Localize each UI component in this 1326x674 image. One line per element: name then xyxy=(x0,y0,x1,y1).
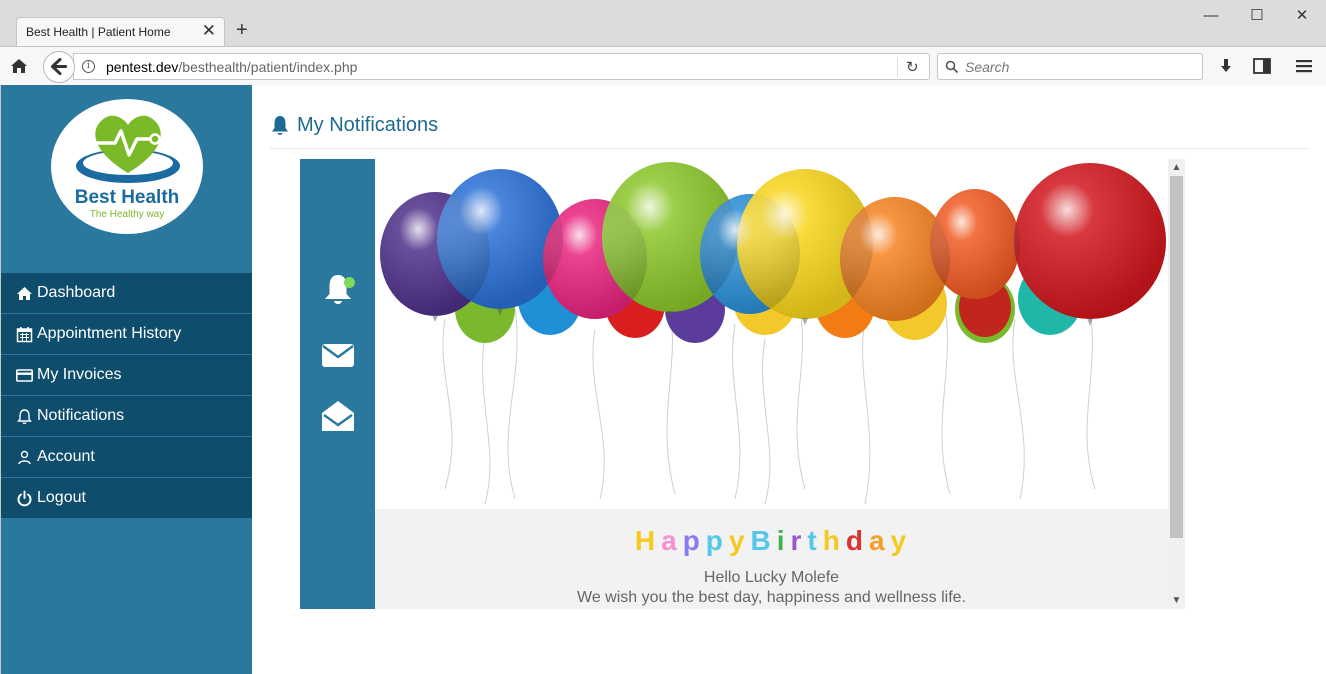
sidebar-item-label: Notifications xyxy=(37,407,125,424)
scrollbar[interactable]: ▲ ▼ xyxy=(1168,159,1185,609)
page-title-text: My Notifications xyxy=(297,114,439,136)
sidebar-item-dashboard[interactable]: Dashboard xyxy=(1,273,252,314)
sidebar-item-label: My Invoices xyxy=(37,366,122,383)
sidebar-toggle-icon[interactable] xyxy=(1252,56,1272,76)
greeting-letter: y xyxy=(728,525,747,556)
bell-icon xyxy=(17,409,32,425)
greeting-letter: t xyxy=(807,525,819,556)
close-window-button[interactable]: ✕ xyxy=(1291,6,1313,26)
back-button[interactable] xyxy=(43,51,75,83)
menu-icon[interactable] xyxy=(1294,56,1314,76)
minimize-button[interactable]: — xyxy=(1200,6,1222,26)
new-tab-button[interactable]: + xyxy=(236,19,248,41)
url-separator xyxy=(897,57,898,77)
maximize-button[interactable]: ☐ xyxy=(1246,6,1268,26)
browser-tab[interactable]: Best Health | Patient Home ✕ xyxy=(16,17,225,46)
greeting-letter: d xyxy=(845,525,865,556)
greeting-letter: p xyxy=(682,525,702,556)
sidebar-item-label: Appointment History xyxy=(37,325,182,342)
page: Best Health The Healthy way Dashboard Ap… xyxy=(0,85,1326,674)
info-icon[interactable]: i xyxy=(82,60,95,73)
download-icon[interactable] xyxy=(1216,56,1236,76)
envelope-icon[interactable] xyxy=(320,338,356,374)
greeting-letter: a xyxy=(868,525,887,556)
bell-icon xyxy=(272,116,288,135)
greeting-letter: p xyxy=(705,525,725,556)
url-text: pentest.dev/besthealth/patient/index.php xyxy=(106,59,358,75)
tab-title: Best Health | Patient Home xyxy=(26,25,171,39)
sidebar-item-appointment-history[interactable]: Appointment History xyxy=(1,314,252,355)
balloons-image xyxy=(380,162,1166,505)
greeting-letter: y xyxy=(890,525,909,556)
sidebar-item-label: Dashboard xyxy=(37,284,116,301)
sidebar-item-label: Account xyxy=(37,448,95,465)
logo-tagline: The Healthy way xyxy=(89,209,165,220)
scroll-down-icon[interactable]: ▼ xyxy=(1168,592,1185,609)
main-content: My Notifications H a p p y B i r t h d a… xyxy=(252,85,1326,674)
tab-close-icon[interactable]: ✕ xyxy=(202,22,216,40)
credit-card-icon xyxy=(16,369,33,382)
greeting-letter: B xyxy=(750,525,773,556)
sidebar-item-logout[interactable]: Logout xyxy=(1,478,252,519)
logo: Best Health The Healthy way xyxy=(51,99,203,234)
wish-text: We wish you the best day, happiness and … xyxy=(577,589,966,606)
reload-icon[interactable]: ↻ xyxy=(906,58,919,76)
greeting-letter: r xyxy=(790,525,804,556)
sidebar: Best Health The Healthy way Dashboard Ap… xyxy=(1,85,252,674)
home-icon xyxy=(17,287,32,300)
search-icon xyxy=(945,60,959,74)
notification-panel: HappyBirthday Hello Lucky Molefe We wish… xyxy=(300,159,1185,609)
tab-bar: Best Health | Patient Home ✕ + — ☐ ✕ xyxy=(0,0,1326,46)
notification-toolbar xyxy=(300,159,375,609)
birthday-message: HappyBirthday Hello Lucky Molefe We wish… xyxy=(375,509,1168,609)
happy-birthday-title: HappyBirthday xyxy=(375,525,1168,557)
logo-title: Best Health xyxy=(74,187,180,208)
back-arrow-icon xyxy=(50,58,68,76)
envelope-open-icon[interactable] xyxy=(320,399,356,435)
browser-chrome: Best Health | Patient Home ✕ + — ☐ ✕ i p… xyxy=(0,0,1326,85)
greeting-letter: h xyxy=(822,525,842,556)
heart-logo-icon xyxy=(76,115,180,183)
scroll-up-icon[interactable]: ▲ xyxy=(1168,159,1185,176)
birthday-card: HappyBirthday Hello Lucky Molefe We wish… xyxy=(375,159,1168,609)
divider xyxy=(270,148,1309,149)
sidebar-menu: Dashboard Appointment History My Invoice… xyxy=(1,273,252,519)
search-input[interactable]: Search xyxy=(965,59,1009,75)
search-bar[interactable]: Search xyxy=(937,53,1203,80)
navigation-toolbar: i pentest.dev/besthealth/patient/index.p… xyxy=(0,46,1326,85)
sidebar-item-label: Logout xyxy=(37,489,86,506)
user-icon xyxy=(18,450,31,465)
home-icon[interactable] xyxy=(8,55,30,77)
greeting-letter: a xyxy=(661,525,679,556)
greeting-text: Hello Lucky Molefe xyxy=(703,569,840,586)
power-icon xyxy=(17,490,32,507)
unread-indicator xyxy=(344,277,355,288)
greeting-letter: H xyxy=(634,525,658,556)
calendar-icon xyxy=(16,327,33,343)
sidebar-item-account[interactable]: Account xyxy=(1,437,252,478)
scroll-thumb[interactable] xyxy=(1170,176,1183,538)
sidebar-item-notifications[interactable]: Notifications xyxy=(1,396,252,437)
address-bar[interactable]: i pentest.dev/besthealth/patient/index.p… xyxy=(73,53,930,80)
sidebar-item-my-invoices[interactable]: My Invoices xyxy=(1,355,252,396)
greeting-letter: i xyxy=(776,525,787,556)
